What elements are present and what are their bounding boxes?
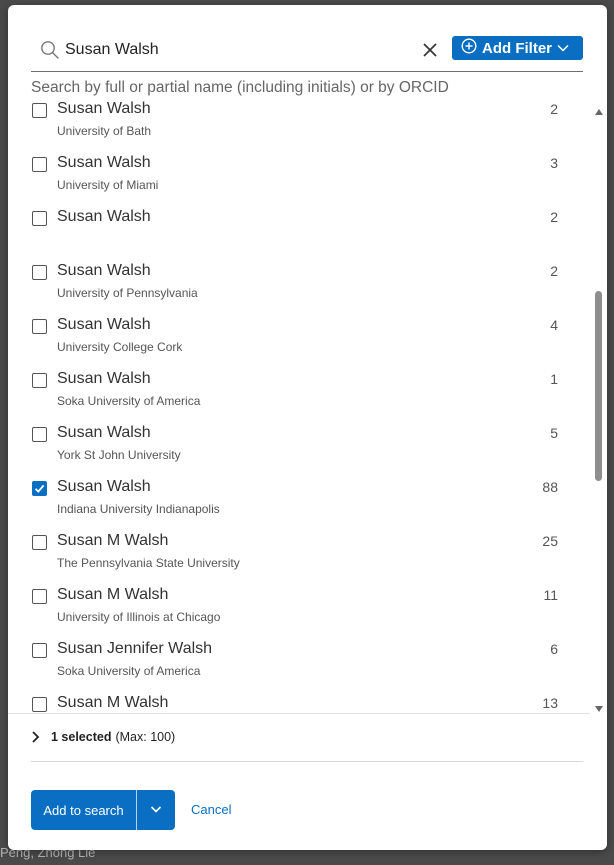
author-affiliation: The Pennsylvania State University — [57, 556, 240, 570]
author-affiliation: Soka University of America — [57, 394, 201, 408]
add-filter-label: Add Filter — [482, 39, 552, 57]
document-count: 2 — [550, 101, 558, 117]
author-name: Susan Walsh — [57, 424, 151, 441]
add-filter-button[interactable]: Add Filter — [452, 36, 583, 60]
search-bar: Add Filter — [31, 32, 583, 72]
result-checkbox[interactable] — [32, 319, 47, 334]
document-count: 6 — [550, 641, 558, 657]
document-count: 2 — [550, 209, 558, 225]
author-name: Susan Walsh — [57, 262, 151, 279]
document-count: 2 — [550, 263, 558, 279]
result-list-item[interactable]: Susan Walsh University of Miami 3 — [8, 154, 588, 208]
author-name: Susan Walsh — [57, 154, 151, 171]
add-to-search-split-button: Add to search — [31, 790, 175, 830]
selected-summary-toggle[interactable]: 1 selected (Max: 100) — [30, 727, 175, 747]
document-count: 88 — [542, 479, 558, 495]
result-list-item[interactable]: Susan M WalshLoyola University Medical C… — [8, 694, 588, 713]
cancel-button[interactable]: Cancel — [191, 802, 231, 817]
author-name: Susan Walsh — [57, 316, 151, 333]
document-count: 13 — [542, 695, 558, 711]
divider — [31, 761, 583, 762]
chevron-right-icon — [30, 730, 42, 744]
result-checkbox[interactable] — [32, 157, 47, 172]
result-list-item[interactable]: Susan Walsh 2 — [8, 208, 588, 262]
result-checkbox[interactable] — [32, 427, 47, 442]
author-name: Susan Walsh — [57, 208, 151, 225]
author-affiliation: Indiana University Indianapolis — [57, 502, 220, 516]
author-name: Susan M Walsh — [57, 694, 169, 711]
results-scrollbar[interactable] — [594, 101, 604, 713]
author-name: Susan Walsh — [57, 101, 151, 117]
author-affiliation: University of Miami — [57, 178, 159, 192]
author-name: Susan Walsh — [57, 370, 151, 387]
author-affiliation: University of Bath — [57, 124, 152, 138]
result-list-item[interactable]: Susan M Walsh The Pennsylvania State Univ… — [8, 532, 588, 586]
selected-count: 1 selected — [51, 730, 112, 744]
result-list-item[interactable]: Susan Walsh University of Pennsylvania 2 — [8, 262, 588, 316]
scroll-down-arrow-icon[interactable] — [594, 701, 604, 712]
results-list[interactable]: Susan Walsh University of Bath 2 Susan Wals… — [8, 101, 607, 713]
result-checkbox[interactable] — [32, 211, 47, 226]
document-count: 1 — [550, 371, 558, 387]
result-checkbox[interactable] — [32, 265, 47, 280]
result-checkbox[interactable] — [32, 103, 47, 118]
search-icon — [40, 40, 60, 60]
author-affiliation: University of Illinois at Chicago — [57, 610, 221, 624]
result-checkbox[interactable] — [32, 697, 47, 712]
add-circle-icon — [461, 38, 477, 58]
chevron-down-icon — [150, 801, 162, 819]
result-checkbox[interactable] — [32, 535, 47, 550]
result-list-item[interactable]: Susan Walsh University College Cork 4 — [8, 316, 588, 370]
checkmark-icon — [34, 484, 45, 493]
result-list-item[interactable]: Susan M Walsh University of Illinois at C… — [8, 586, 588, 640]
author-name: Susan Walsh — [57, 478, 151, 495]
result-checkbox[interactable] — [32, 373, 47, 388]
search-hint: Search by full or partial name (includin… — [31, 79, 449, 96]
author-name: Susan M Walsh — [57, 586, 169, 603]
result-list-item[interactable]: Susan Walsh University of Bath 2 — [8, 101, 588, 154]
add-to-search-button[interactable]: Add to search — [31, 790, 137, 830]
result-list-item[interactable]: Susan Walsh York St John University 5 — [8, 424, 588, 478]
document-count: 25 — [542, 533, 558, 549]
author-search-dialog: Add Filter Search by full or partial nam… — [8, 5, 607, 850]
chevron-down-icon — [557, 40, 569, 57]
author-affiliation: University College Cork — [57, 340, 183, 354]
selection-max: (Max: 100) — [115, 730, 176, 744]
author-affiliation: Soka University of America — [57, 664, 201, 678]
result-checkbox[interactable] — [32, 643, 47, 658]
author-search-input[interactable] — [65, 36, 405, 64]
document-count: 3 — [550, 155, 558, 171]
author-affiliation: York St John University — [57, 448, 181, 462]
result-list-item[interactable]: Susan Walsh Indiana University Indianapol… — [8, 478, 588, 532]
author-name: Susan Jennifer Walsh — [57, 640, 213, 657]
add-options-dropdown-button[interactable] — [137, 790, 175, 830]
document-count: 4 — [550, 317, 558, 333]
document-count: 11 — [543, 587, 558, 603]
author-name: Susan M Walsh — [57, 532, 169, 549]
result-list-item[interactable]: Susan Walsh Soka University of America 1 — [8, 370, 588, 424]
scroll-up-arrow-icon[interactable] — [594, 104, 604, 115]
document-count: 5 — [550, 425, 558, 441]
scrollbar-thumb[interactable] — [595, 291, 602, 481]
divider — [8, 713, 590, 714]
result-list-item[interactable]: Susan Jennifer Walsh Soka University of A… — [8, 640, 588, 694]
author-affiliation: University of Pennsylvania — [57, 286, 198, 300]
result-checkbox[interactable] — [32, 481, 47, 496]
clear-search-icon[interactable] — [420, 40, 440, 60]
result-checkbox[interactable] — [32, 589, 47, 604]
